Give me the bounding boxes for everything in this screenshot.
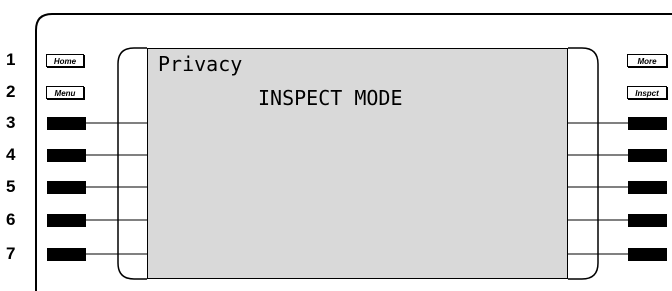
row-number-5: 5 bbox=[6, 177, 16, 196]
more-key[interactable]: More bbox=[627, 54, 667, 67]
row-number-4: 4 bbox=[6, 145, 16, 164]
inspect-key[interactable]: Inspct bbox=[627, 86, 667, 99]
row-number-1: 1 bbox=[6, 50, 16, 69]
right-soft-key-4[interactable] bbox=[628, 149, 667, 162]
row-number-6: 6 bbox=[6, 210, 16, 229]
display-screen: Privacy INSPECT MODE bbox=[147, 48, 568, 279]
left-soft-key-7[interactable] bbox=[47, 248, 86, 261]
row-number-2: 2 bbox=[6, 82, 16, 101]
left-soft-key-5[interactable] bbox=[47, 181, 86, 194]
left-soft-key-6[interactable] bbox=[47, 214, 86, 227]
row-number-3: 3 bbox=[6, 113, 16, 132]
right-soft-key-3[interactable] bbox=[628, 117, 667, 130]
home-key[interactable]: Home bbox=[46, 54, 84, 67]
screen-title: Privacy bbox=[158, 52, 243, 76]
right-soft-key-6[interactable] bbox=[628, 214, 667, 227]
menu-key[interactable]: Menu bbox=[46, 86, 84, 99]
left-soft-key-4[interactable] bbox=[47, 149, 86, 162]
right-soft-key-5[interactable] bbox=[628, 181, 667, 194]
right-soft-key-7[interactable] bbox=[628, 248, 667, 261]
screen-mode: INSPECT MODE bbox=[258, 86, 403, 110]
left-soft-key-3[interactable] bbox=[47, 117, 86, 130]
row-number-7: 7 bbox=[6, 244, 16, 263]
